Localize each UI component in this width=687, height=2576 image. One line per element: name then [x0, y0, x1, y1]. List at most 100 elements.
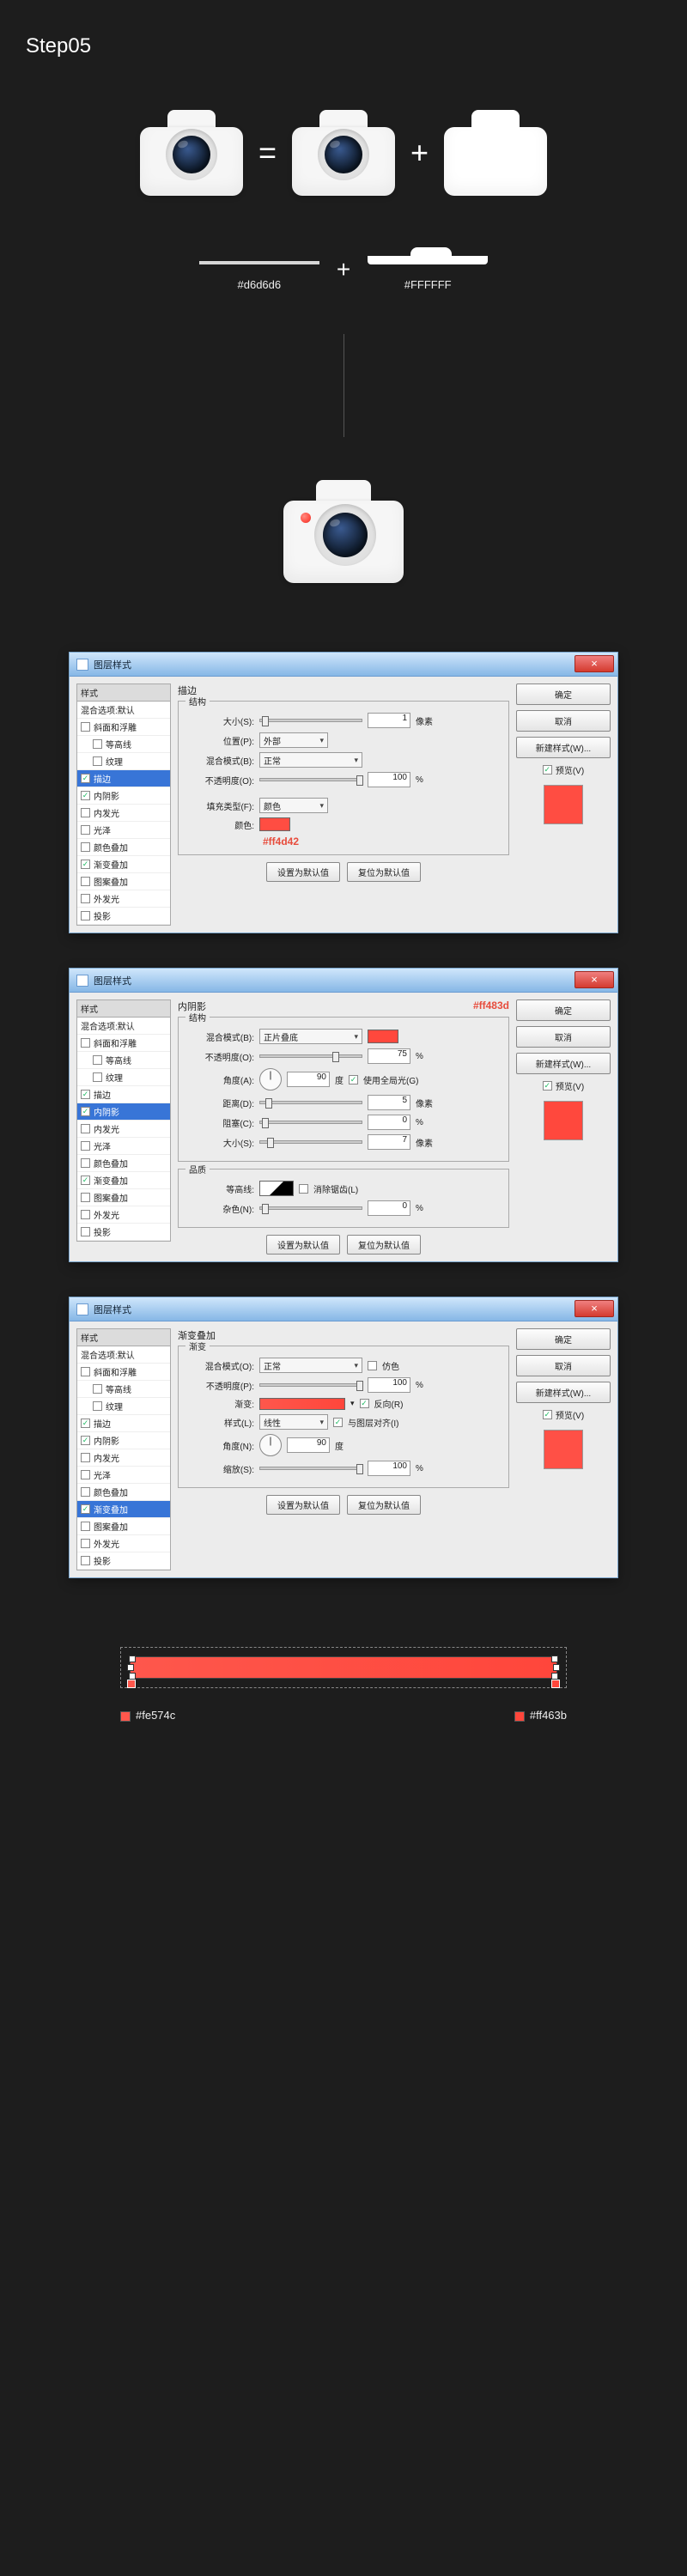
effect-checkbox[interactable] — [81, 911, 90, 920]
effect-checkbox[interactable] — [81, 1038, 90, 1048]
effects-item[interactable]: 等高线 — [77, 1381, 170, 1398]
dither-checkbox[interactable] — [368, 1361, 377, 1370]
scale-slider[interactable] — [259, 1467, 362, 1470]
reverse-checkbox[interactable] — [360, 1399, 369, 1408]
blendmode-select[interactable]: 正常 — [259, 1358, 362, 1373]
cancel-button[interactable]: 取消 — [516, 1026, 611, 1048]
effects-item[interactable]: 描边 — [77, 1086, 170, 1103]
effects-item[interactable]: 等高线 — [77, 1052, 170, 1069]
effect-checkbox[interactable] — [81, 1124, 90, 1133]
cancel-button[interactable]: 取消 — [516, 710, 611, 732]
size-slider[interactable] — [259, 1140, 362, 1144]
effect-checkbox[interactable] — [81, 1556, 90, 1565]
effects-item[interactable]: 描边 — [77, 770, 170, 787]
preview-checkbox[interactable] — [543, 1410, 552, 1419]
effect-checkbox[interactable] — [81, 1470, 90, 1479]
distance-slider[interactable] — [259, 1101, 362, 1104]
reset-default-button[interactable]: 复位为默认值 — [347, 1495, 421, 1515]
effect-checkbox[interactable] — [81, 1176, 90, 1185]
effect-checkbox[interactable] — [81, 1487, 90, 1497]
close-button[interactable]: × — [575, 1300, 614, 1317]
handle-icon[interactable] — [129, 1673, 136, 1680]
reset-default-button[interactable]: 复位为默认值 — [347, 862, 421, 882]
effects-item[interactable]: 内阴影 — [77, 1103, 170, 1121]
effects-item[interactable]: 纹理 — [77, 753, 170, 770]
effects-item[interactable]: 渐变叠加 — [77, 856, 170, 873]
effects-item[interactable]: 内发光 — [77, 1121, 170, 1138]
distance-input[interactable]: 5 — [368, 1095, 410, 1110]
effects-item[interactable]: 投影 — [77, 1552, 170, 1570]
noise-slider[interactable] — [259, 1206, 362, 1210]
preview-checkbox[interactable] — [543, 765, 552, 775]
effects-item[interactable]: 内发光 — [77, 1449, 170, 1467]
effect-checkbox[interactable] — [93, 1384, 102, 1394]
stroke-color-swatch[interactable] — [259, 817, 290, 831]
blendmode-select[interactable]: 正常 — [259, 752, 362, 768]
effects-item[interactable]: 纹理 — [77, 1398, 170, 1415]
effects-item[interactable]: 斜面和浮雕 — [77, 1035, 170, 1052]
close-button[interactable]: × — [575, 971, 614, 988]
effects-item[interactable]: 光泽 — [77, 1138, 170, 1155]
make-default-button[interactable]: 设置为默认值 — [266, 1235, 340, 1255]
effects-blend-default[interactable]: 混合选项:默认 — [77, 1346, 170, 1364]
effect-checkbox[interactable] — [81, 722, 90, 732]
effect-checkbox[interactable] — [93, 1055, 102, 1065]
effect-checkbox[interactable] — [81, 894, 90, 903]
effect-checkbox[interactable] — [93, 756, 102, 766]
effects-item[interactable]: 渐变叠加 — [77, 1501, 170, 1518]
handle-icon[interactable] — [127, 1664, 134, 1671]
opacity-input[interactable]: 100 — [368, 1377, 410, 1393]
effects-item[interactable]: 斜面和浮雕 — [77, 719, 170, 736]
effects-blend-default[interactable]: 混合选项:默认 — [77, 702, 170, 719]
opacity-slider[interactable] — [259, 778, 362, 781]
effect-checkbox[interactable] — [81, 1539, 90, 1548]
effects-item[interactable]: 图案叠加 — [77, 1518, 170, 1535]
effect-checkbox[interactable] — [81, 877, 90, 886]
effects-item[interactable]: 斜面和浮雕 — [77, 1364, 170, 1381]
noise-input[interactable]: 0 — [368, 1200, 410, 1216]
effects-item[interactable]: 外发光 — [77, 1206, 170, 1224]
effect-checkbox[interactable] — [93, 1072, 102, 1082]
angle-dial[interactable] — [259, 1068, 282, 1091]
effects-item[interactable]: 投影 — [77, 1224, 170, 1241]
effects-item[interactable]: 图案叠加 — [77, 1189, 170, 1206]
filltype-select[interactable]: 颜色 — [259, 798, 328, 813]
effects-item[interactable]: 内阴影 — [77, 1432, 170, 1449]
handle-icon[interactable] — [553, 1664, 560, 1671]
effects-item[interactable]: 颜色叠加 — [77, 1155, 170, 1172]
effects-item[interactable]: 颜色叠加 — [77, 1484, 170, 1501]
effects-item[interactable]: 外发光 — [77, 1535, 170, 1552]
effect-checkbox[interactable] — [81, 1158, 90, 1168]
effect-checkbox[interactable] — [81, 1436, 90, 1445]
opacity-input[interactable]: 75 — [368, 1048, 410, 1064]
effect-checkbox[interactable] — [81, 842, 90, 852]
effects-item[interactable]: 内阴影 — [77, 787, 170, 805]
size-slider[interactable] — [259, 719, 362, 722]
shadow-color-swatch[interactable] — [368, 1030, 398, 1043]
effects-item[interactable]: 渐变叠加 — [77, 1172, 170, 1189]
effects-item[interactable]: 投影 — [77, 908, 170, 925]
dialog-titlebar[interactable]: 图层样式 × — [70, 969, 617, 993]
global-light-checkbox[interactable] — [349, 1075, 358, 1084]
gradient-bar[interactable] — [130, 1656, 557, 1679]
effect-checkbox[interactable] — [81, 1193, 90, 1202]
reset-default-button[interactable]: 复位为默认值 — [347, 1235, 421, 1255]
effects-item[interactable]: 外发光 — [77, 890, 170, 908]
effect-checkbox[interactable] — [81, 1367, 90, 1376]
effect-checkbox[interactable] — [81, 1090, 90, 1099]
preview-checkbox[interactable] — [543, 1081, 552, 1091]
opacity-input[interactable]: 100 — [368, 772, 410, 787]
effect-checkbox[interactable] — [81, 808, 90, 817]
choke-slider[interactable] — [259, 1121, 362, 1124]
opacity-slider[interactable] — [259, 1054, 362, 1058]
make-default-button[interactable]: 设置为默认值 — [266, 1495, 340, 1515]
cancel-button[interactable]: 取消 — [516, 1355, 611, 1376]
effect-checkbox[interactable] — [81, 1107, 90, 1116]
new-style-button[interactable]: 新建样式(W)... — [516, 1382, 611, 1403]
contour-swatch[interactable] — [259, 1181, 294, 1196]
effects-blend-default[interactable]: 混合选项:默认 — [77, 1018, 170, 1035]
effect-checkbox[interactable] — [81, 791, 90, 800]
blendmode-select[interactable]: 正片叠底 — [259, 1029, 362, 1044]
new-style-button[interactable]: 新建样式(W)... — [516, 1053, 611, 1074]
handle-icon[interactable] — [551, 1656, 558, 1662]
